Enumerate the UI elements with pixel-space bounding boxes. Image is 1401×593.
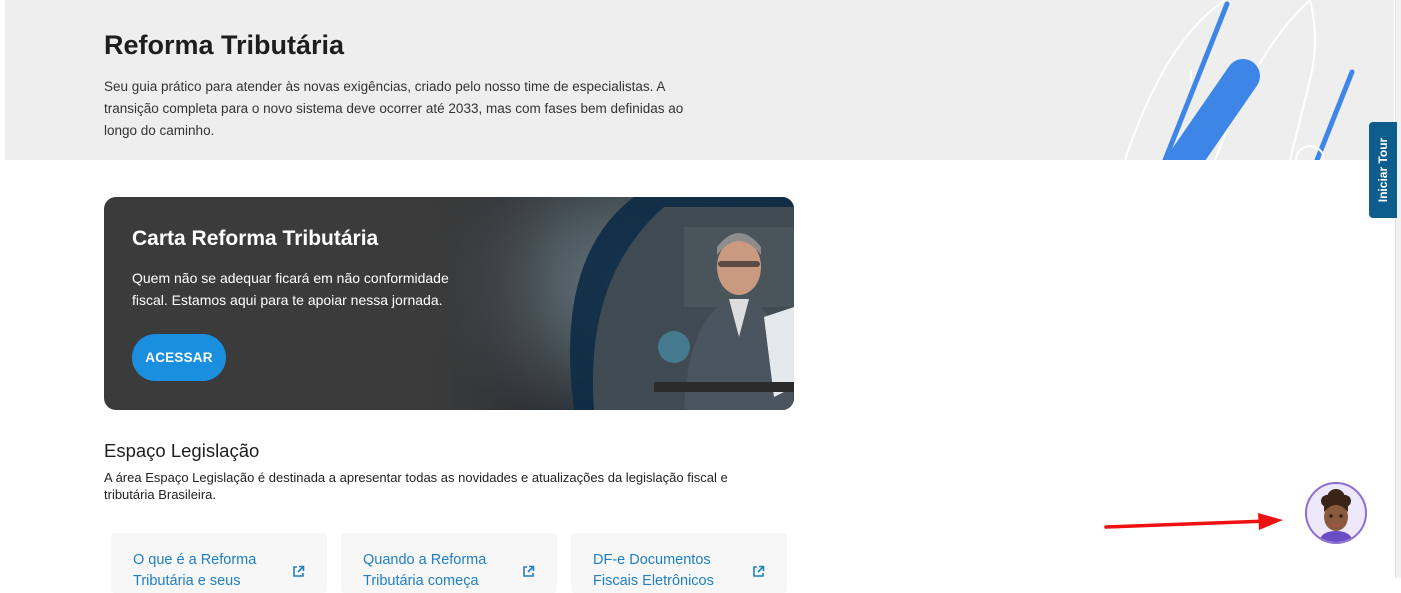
external-link-icon [293,565,305,577]
card-reforma-tributaria[interactable]: O que é a Reforma Tributária e seus [111,533,327,593]
promo-card: Carta Reforma Tributária Quem não se ade… [104,197,794,410]
promo-title: Carta Reforma Tributária [132,227,379,250]
card-title: Quando a Reforma Tributária começa [363,552,487,589]
page-title: Reforma Tributária [104,30,345,60]
hero-banner: Reforma Tributária Seu guia prático para… [5,0,1394,160]
annotation-arrow [1104,513,1283,530]
start-tour-tab[interactable]: Iniciar Tour [1369,122,1397,218]
start-tour-label: Iniciar Tour [1376,137,1391,203]
card-title: DF-e Documentos Fiscais Eletrônicos [593,552,714,589]
external-link-icon [523,565,535,577]
promo-description: Quem não se adequar ficará em não confor… [132,270,449,308]
legislation-section-title: Espaço Legislação [104,440,260,461]
external-link-icon [753,565,765,577]
legislation-section-description: A área Espaço Legislação é destinada a a… [104,470,728,502]
hero-description: Seu guia prático para atender às novas e… [104,79,684,138]
card-dfe-documentos[interactable]: DF-e Documentos Fiscais Eletrônicos [571,533,787,593]
card-quando-reforma[interactable]: Quando a Reforma Tributária começa [341,533,557,593]
businessman-photo [434,197,794,410]
assistant-avatar-button[interactable] [1305,482,1367,544]
card-title: O que é a Reforma Tributária e seus [133,552,257,589]
decorative-stripes-graphic [1124,0,1355,160]
access-button[interactable]: ACESSAR [132,334,226,381]
page-scrollbar[interactable] [1395,0,1401,578]
assistant-avatar-icon [1319,489,1353,542]
